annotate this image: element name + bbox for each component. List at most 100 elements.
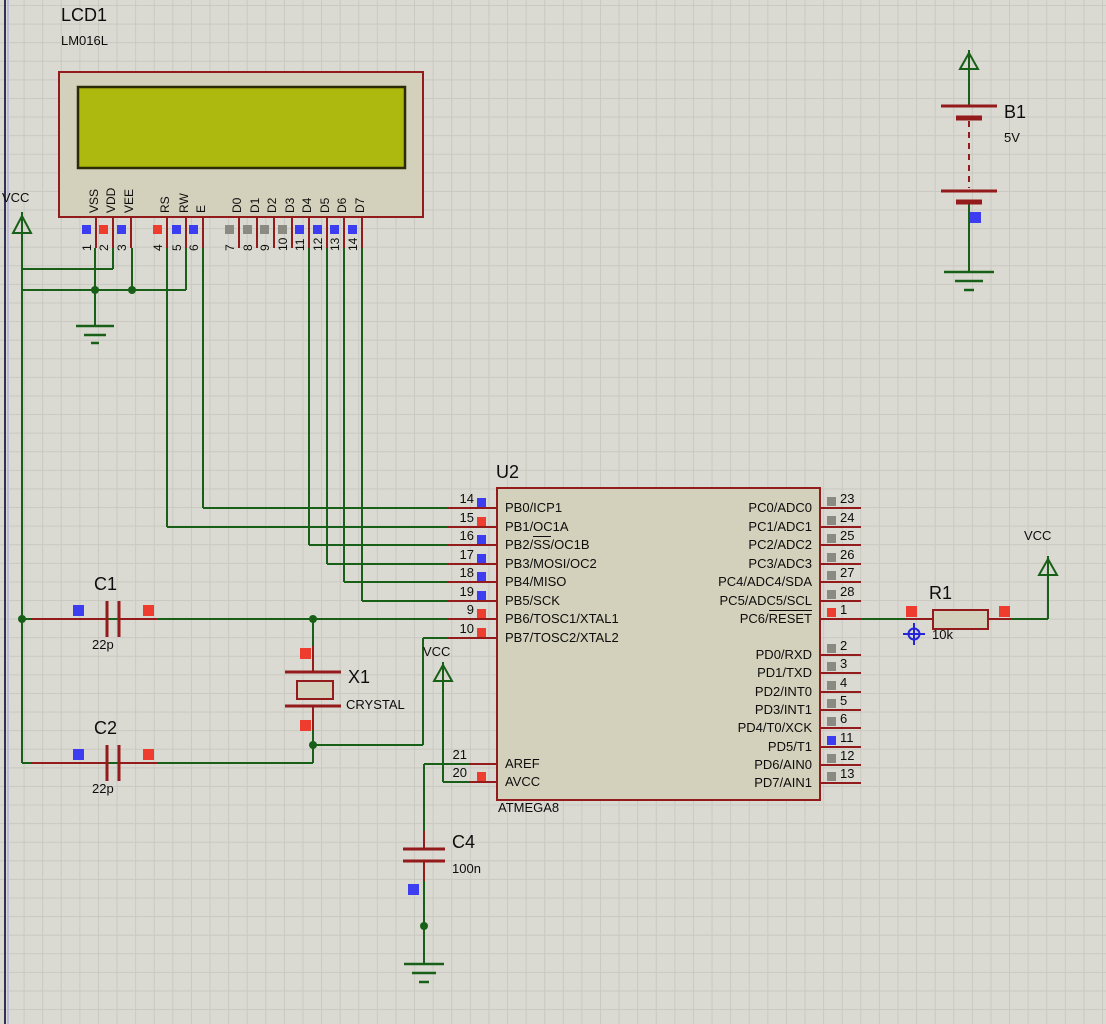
mcu.left_pins.6.label-label: PB6/TOSC1/XTAL1 — [505, 611, 619, 626]
mcu-pin-number: 5 — [840, 693, 848, 708]
c4-value-label[interactable]: 100n — [452, 862, 481, 876]
vcc-label-right[interactable]: VCC — [1024, 529, 1051, 543]
c1-ref-label[interactable]: C1 — [94, 575, 117, 594]
lcd-value-label[interactable]: LM016L — [61, 34, 108, 48]
mcu.bottom_left_pins.0.label-label: AREF — [505, 756, 540, 771]
mcu-pin-number: 14 — [459, 491, 474, 506]
mcu-pin-number: 6 — [840, 711, 848, 726]
overline-text: RESET — [768, 610, 812, 626]
lcd-pin-name: D7 — [353, 197, 367, 213]
lcd-pin-number: 3 — [115, 244, 129, 251]
mcu-ref-label[interactable]: U2 — [496, 463, 519, 482]
mcu-pin-number: 27 — [840, 565, 855, 580]
lcd-pin-number: 4 — [151, 244, 165, 251]
lcd-pin-number: 14 — [346, 237, 360, 251]
pin-square[interactable] — [827, 590, 836, 599]
c4-ref-label[interactable]: C4 — [452, 833, 475, 852]
mcu-pin-number: 10 — [459, 621, 474, 636]
pin-square[interactable] — [827, 772, 836, 781]
mcu.right_pins_top.0.label-label: PC0/ADC0 — [748, 500, 812, 515]
pin-square[interactable] — [827, 608, 836, 617]
pin-square[interactable] — [827, 516, 836, 525]
pin-square[interactable] — [73, 749, 84, 760]
lcd-pin-name: D0 — [230, 197, 244, 213]
mcu-pin-number: 3 — [840, 656, 848, 671]
pin-square[interactable] — [827, 497, 836, 506]
pin-square[interactable] — [477, 628, 486, 637]
pin-square[interactable] — [300, 720, 311, 731]
lcd-pin-name: VEE — [122, 188, 136, 213]
pin-square[interactable] — [906, 606, 917, 617]
sheet-border-light — [7, 0, 9, 1024]
pin-square[interactable] — [477, 498, 486, 507]
lcd-pin-name: VSS — [87, 188, 101, 213]
sheet-border-navy — [4, 0, 6, 1024]
mcu-pin-number: 23 — [840, 491, 855, 506]
c1-value-label[interactable]: 22p — [92, 638, 114, 652]
pin-square[interactable] — [143, 749, 154, 760]
lcd-ref-label[interactable]: LCD1 — [61, 6, 107, 25]
mcu-pin-number: 16 — [459, 528, 474, 543]
lcd-pin-name: D4 — [300, 197, 314, 213]
pin-square[interactable] — [999, 606, 1010, 617]
mcu-pin-number: 20 — [452, 765, 467, 780]
lcd-pin-number: 2 — [97, 244, 111, 251]
pin-square[interactable] — [477, 572, 486, 581]
origin-marker-icon[interactable] — [903, 623, 925, 645]
pin-square[interactable] — [477, 609, 486, 618]
pin-square[interactable] — [477, 591, 486, 600]
mcu.right_pins_bottom.7.label-label: PD7/AIN1 — [754, 775, 812, 790]
resistor-ref-label[interactable]: R1 — [929, 584, 952, 603]
pin-square[interactable] — [73, 605, 84, 616]
c2-ref-label[interactable]: C2 — [94, 719, 117, 738]
pin-square[interactable] — [477, 554, 486, 563]
resistor-value-label[interactable]: 10k — [932, 628, 953, 642]
pin-square[interactable] — [408, 884, 419, 895]
pin-square[interactable] — [143, 605, 154, 616]
pin-square[interactable] — [477, 772, 486, 781]
mcu-pin-number: 4 — [840, 675, 848, 690]
pin-square[interactable] — [827, 644, 836, 653]
lcd-pin-number: 5 — [170, 244, 184, 251]
pin-square[interactable] — [477, 517, 486, 526]
battery-value-label[interactable]: 5V — [1004, 131, 1020, 145]
crystal-ref-label[interactable]: X1 — [348, 668, 370, 687]
pin-square[interactable] — [827, 662, 836, 671]
pin-square[interactable] — [827, 699, 836, 708]
pin-square[interactable] — [827, 534, 836, 543]
mcu.right_pins_bottom.4.label-label: PD4/T0/XCK — [737, 720, 812, 735]
pin-square[interactable] — [300, 648, 311, 659]
c2-value-label[interactable]: 22p — [92, 782, 114, 796]
mcu-pin-number: 28 — [840, 584, 855, 599]
mcu.left_pins.7.label-label: PB7/TOSC2/XTAL2 — [505, 630, 619, 645]
pin-square[interactable] — [827, 681, 836, 690]
pin-square[interactable] — [827, 754, 836, 763]
vcc-label-mid[interactable]: VCC — [423, 645, 450, 659]
junction-dot — [420, 922, 428, 930]
mcu.left_pins.4.label-label: PB4/MISO — [505, 574, 567, 589]
pin-square[interactable] — [827, 553, 836, 562]
lcd-screen[interactable] — [76, 85, 407, 170]
vcc-label-left[interactable]: VCC — [2, 191, 29, 205]
mcu.right_pins_bottom.5.label-label: PD5/T1 — [767, 739, 812, 754]
mcu.left_pins.2.label-label: PB2/SS/OC1B — [505, 536, 590, 552]
mcu-value-label[interactable]: ATMEGA8 — [498, 801, 559, 815]
junction-dot — [91, 286, 99, 294]
pin-square[interactable] — [970, 212, 981, 223]
mcu.right_pins_top.5.label-label: PC5/ADC5/SCL — [719, 593, 812, 608]
mcu-pin-number: 24 — [840, 510, 855, 525]
junction-dot — [128, 286, 136, 294]
pin-square[interactable] — [827, 717, 836, 726]
mcu-pin-number: 21 — [452, 747, 467, 762]
mcu-pin-number: 19 — [459, 584, 474, 599]
mcu.right_pins_bottom.6.label-label: PD6/AIN0 — [754, 757, 812, 772]
lcd-pin-number: 1 — [80, 244, 94, 251]
lcd-pin-name: E — [194, 204, 208, 213]
junction-dot — [309, 615, 317, 623]
crystal-body[interactable] — [296, 680, 334, 700]
pin-square[interactable] — [827, 571, 836, 580]
pin-square[interactable] — [827, 736, 836, 745]
battery-ref-label[interactable]: B1 — [1004, 103, 1026, 122]
pin-square[interactable] — [477, 535, 486, 544]
crystal-value-label[interactable]: CRYSTAL — [346, 698, 405, 712]
